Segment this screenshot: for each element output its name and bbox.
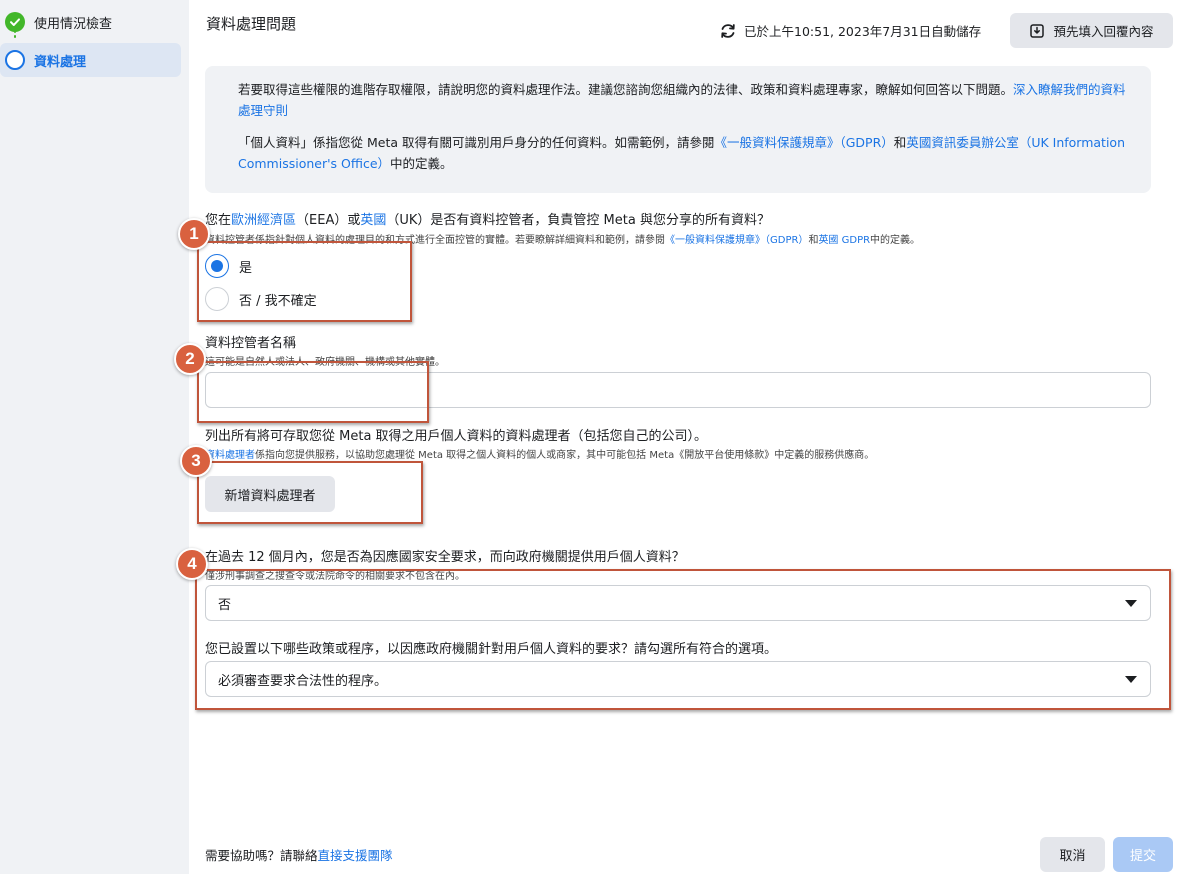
subtext: 和 xyxy=(808,235,819,246)
info-text: 和 xyxy=(893,135,907,150)
help-text: 需要協助嗎？請聯絡 xyxy=(205,848,318,863)
sidebar-step-label: 使用情況檢查 xyxy=(34,16,113,32)
info-text: 「個人資料」係指您從 Meta 取得有關可識別用戶身分的任何資料。如需範例，請參… xyxy=(238,135,715,150)
sidebar: 使用情況檢查 資料處理 xyxy=(0,0,189,874)
government-request-question: 在過去 12 個月內，您是否為因應國家安全要求，而向政府機關提供用戶個人資料？ xyxy=(205,550,685,565)
eea-link[interactable]: 歐洲經濟區 xyxy=(231,213,296,228)
info-text: 中的定義。 xyxy=(390,156,453,171)
annotation-box-1 xyxy=(197,241,412,322)
page-title: 資料處理問題 xyxy=(206,15,297,33)
uk-gdpr-link[interactable]: 英國 GDPR xyxy=(818,235,870,246)
controller-name-label: 資料控管者名稱 xyxy=(205,336,297,351)
autosave-text: 已於上午10:51, 2023年7月31日自動儲存 xyxy=(744,24,982,39)
uk-link[interactable]: 英國 xyxy=(360,213,386,228)
annotation-box-2 xyxy=(197,361,429,423)
data-processors-subtext: 資料處理者係指向您提供服務，以協助您處理從 Meta 取得之個人資料的個人或商家… xyxy=(205,446,874,461)
prefill-label: 預先填入回覆內容 xyxy=(1053,24,1154,39)
question-data-controller: 您在歐洲經濟區（EEA）或英國（UK）是否有資料控管者，負責管控 Meta 與您… xyxy=(205,209,770,228)
question-text: （UK）是否有資料控管者，負責管控 Meta 與您分享的所有資料？ xyxy=(386,213,770,228)
checkmark-icon xyxy=(5,12,25,32)
question-text: 您在 xyxy=(205,213,232,228)
annotation-badge-1: 1 xyxy=(178,218,210,250)
cancel-button[interactable]: 取消 xyxy=(1040,837,1105,872)
sidebar-step-usage-check[interactable]: 使用情況檢查 xyxy=(0,5,181,39)
annotation-badge-3: 3 xyxy=(180,445,212,477)
annotation-box-4 xyxy=(195,569,1171,710)
gdpr-link[interactable]: 《一般資料保護規章》（GDPR） xyxy=(715,135,894,150)
footer-help: 需要協助嗎？請聯絡直接支援團隊 xyxy=(205,845,393,864)
question-text: （EEA）或 xyxy=(296,213,361,228)
sidebar-step-data-handling[interactable]: 資料處理 xyxy=(0,43,181,77)
info-paragraph-2: 「個人資料」係指您從 Meta 取得有關可識別用戶身分的任何資料。如需範例，請參… xyxy=(238,132,1133,174)
annotation-badge-2: 2 xyxy=(174,343,206,375)
data-processors-label: 列出所有將可存取您從 Meta 取得之用戶個人資料的資料處理者（包括您自己的公司… xyxy=(205,429,708,444)
main-content: 資料處理問題 已於上午10:51, 2023年7月31日自動儲存 預先填入回覆內… xyxy=(189,0,1187,874)
prefill-icon xyxy=(1030,23,1045,38)
annotation-box-3 xyxy=(197,461,423,524)
prefill-answers-button[interactable]: 預先填入回覆內容 xyxy=(1010,13,1173,48)
autosave-status: 已於上午10:51, 2023年7月31日自動儲存 xyxy=(719,21,981,40)
current-step-circle-icon xyxy=(5,50,25,70)
subtext: 係指向您提供服務，以協助您處理從 Meta 取得之個人資料的個人或商家，其中可能… xyxy=(255,450,875,461)
info-box: 若要取得這些權限的進階存取權限，請說明您的資料處理作法。建議您諮詢您組織內的法律… xyxy=(205,66,1151,193)
sync-icon xyxy=(721,23,735,38)
info-paragraph-1: 若要取得這些權限的進階存取權限，請說明您的資料處理作法。建議您諮詢您組織內的法律… xyxy=(238,79,1133,121)
submit-button[interactable]: 提交 xyxy=(1113,837,1173,872)
data-processor-link[interactable]: 資料處理者 xyxy=(205,450,255,461)
gdpr-link[interactable]: 《一般資料保護規章》（GDPR） xyxy=(665,235,808,246)
support-team-link[interactable]: 直接支援團隊 xyxy=(318,848,393,863)
subtext: 中的定義。 xyxy=(870,235,921,246)
info-text: 若要取得這些權限的進階存取權限，請說明您的資料處理作法。建議您諮詢您組織內的法律… xyxy=(238,82,1014,97)
annotation-badge-4: 4 xyxy=(176,548,208,580)
sidebar-step-label: 資料處理 xyxy=(34,54,87,70)
